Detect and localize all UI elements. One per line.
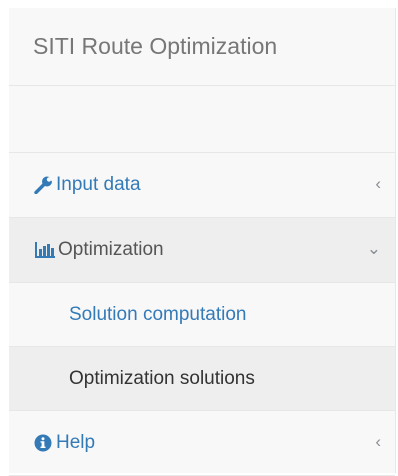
sidebar-item-label: Help (56, 432, 96, 453)
sidebar-item-help[interactable]: Help ‹ (9, 411, 395, 476)
chevron-down-icon: ⌄ (366, 239, 381, 258)
sidebar-spacer (9, 86, 395, 153)
sidebar: SITI Route Optimization Input data ‹ Opt… (9, 8, 396, 476)
info-circle-icon (34, 434, 52, 452)
sidebar-item-label: Input data (56, 174, 141, 195)
chevron-left-icon: ‹ (375, 174, 381, 193)
sidebar-item-label: Optimization (58, 239, 164, 260)
chevron-left-icon: ‹ (375, 432, 381, 451)
sidebar-subitem-optimization-solutions[interactable]: Optimization solutions (9, 347, 395, 411)
wrench-icon (34, 176, 54, 194)
sidebar-item-input-data[interactable]: Input data ‹ (9, 153, 395, 218)
sidebar-item-optimization[interactable]: Optimization ⌄ (9, 218, 395, 283)
sidebar-subitem-solution-computation[interactable]: Solution computation (9, 283, 395, 347)
app-title[interactable]: SITI Route Optimization (9, 8, 395, 86)
bar-chart-icon (34, 242, 56, 258)
